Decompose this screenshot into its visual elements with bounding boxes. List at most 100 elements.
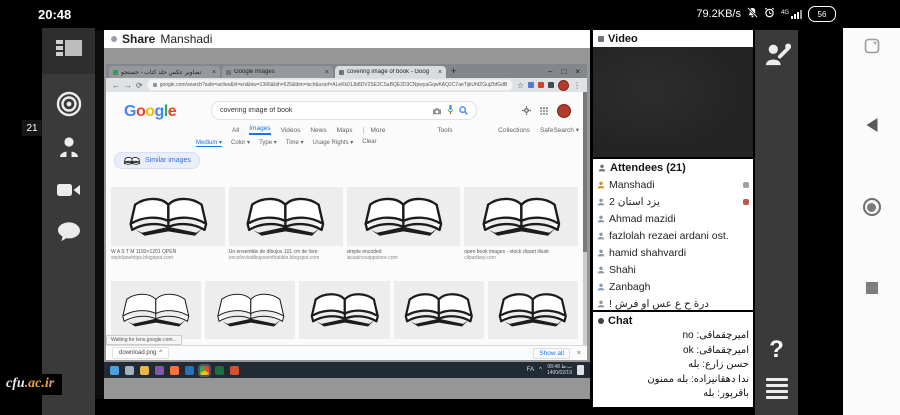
- new-tab-icon[interactable]: +: [451, 66, 456, 76]
- open-book-image[interactable]: [228, 187, 343, 246]
- collections-button[interactable]: Collections: [498, 127, 530, 134]
- browser-tab[interactable]: تصاویر عکس جلد کتاب - جستجو ×: [109, 66, 220, 78]
- help-button[interactable]: ?: [769, 337, 784, 362]
- show-all-downloads-button[interactable]: Show all: [533, 347, 570, 359]
- image-result[interactable]: [111, 281, 202, 339]
- extension-icon[interactable]: [528, 82, 534, 88]
- menu-icon[interactable]: [765, 377, 788, 399]
- voice-search-icon[interactable]: [447, 102, 454, 120]
- attendee-row[interactable]: fazlolah rezaei ardani ost.: [593, 227, 753, 244]
- similar-images-chip[interactable]: Similar images: [114, 152, 200, 169]
- safesearch-dropdown[interactable]: SafeSearch ▾: [540, 126, 579, 134]
- minimize-icon[interactable]: –: [548, 67, 552, 76]
- attendee-row[interactable]: درة ح ع عس او فرش !: [593, 295, 753, 310]
- image-result[interactable]: [205, 281, 296, 339]
- notification-center-icon[interactable]: [577, 365, 584, 375]
- media-player-icon[interactable]: [155, 365, 164, 375]
- image-result[interactable]: open book images - stock clipart illustr…: [464, 187, 578, 261]
- search-query[interactable]: covering image of book: [220, 107, 427, 114]
- address-bar[interactable]: google.com/search?safe=active&hl=en&biw=…: [146, 79, 513, 91]
- layouts-button[interactable]: [42, 28, 95, 74]
- forward-icon[interactable]: →: [124, 81, 132, 90]
- filter-chip[interactable]: Type ▾: [259, 139, 277, 147]
- profile-avatar[interactable]: [558, 79, 569, 91]
- pod-options-icon[interactable]: [598, 35, 604, 42]
- browser-tab[interactable]: covering image of book - Goog ×: [335, 66, 446, 78]
- filter-chip[interactable]: Time ▾: [286, 139, 304, 147]
- chat-button[interactable]: [42, 216, 95, 252]
- record-button[interactable]: [42, 88, 95, 124]
- filter-chip[interactable]: Usage Rights ▾: [313, 139, 354, 147]
- page-scrollbar[interactable]: [583, 92, 587, 345]
- search-magnifier-icon[interactable]: [459, 102, 468, 120]
- result-tab[interactable]: News: [310, 127, 326, 134]
- browser-tab[interactable]: Google Images ×: [222, 66, 333, 78]
- chrome-icon[interactable]: [200, 365, 209, 375]
- apps-grid-icon[interactable]: [540, 102, 548, 120]
- tab-close-icon[interactable]: ×: [325, 69, 329, 76]
- reload-icon[interactable]: ⟳: [136, 81, 143, 90]
- tray-chevron-icon[interactable]: ^: [539, 367, 542, 373]
- tray-clock[interactable]: 08:48 ب.ظ 1400/02/19: [547, 364, 572, 376]
- scrollbar-thumb[interactable]: [583, 92, 587, 252]
- result-tab[interactable]: More: [362, 126, 385, 134]
- result-tab[interactable]: Videos: [281, 127, 301, 134]
- result-tab[interactable]: Images: [249, 125, 271, 135]
- language-indicator[interactable]: FA: [527, 367, 534, 373]
- filter-chip[interactable]: Medium ▾: [196, 139, 223, 147]
- close-shelf-icon[interactable]: ×: [577, 350, 581, 357]
- close-window-icon[interactable]: ×: [575, 67, 580, 76]
- attendee-row[interactable]: یزد استان 2: [593, 193, 753, 210]
- attendee-row[interactable]: Ahmad mazidi: [593, 210, 753, 227]
- browser-menu-icon[interactable]: ⋮: [573, 81, 581, 90]
- back-triangle-icon[interactable]: [866, 118, 877, 132]
- powerpoint-icon[interactable]: [230, 365, 239, 375]
- attendees-button[interactable]: [42, 130, 95, 168]
- attendee-row[interactable]: hamid shahvardi: [593, 244, 753, 261]
- video-button[interactable]: [42, 174, 95, 210]
- attendee-row[interactable]: Manshadi: [593, 176, 753, 193]
- open-book-image[interactable]: [111, 187, 225, 246]
- raise-hand-icon[interactable]: [763, 40, 791, 71]
- result-tab[interactable]: All: [232, 127, 239, 134]
- attendee-row[interactable]: Zanbagh: [593, 278, 753, 295]
- search-icon[interactable]: [125, 365, 134, 375]
- image-result[interactable]: W A S T M 1193×1201 OPEN sepidanehtips.b…: [111, 187, 225, 261]
- maximize-icon[interactable]: □: [561, 67, 566, 76]
- chevron-up-icon[interactable]: ^: [159, 350, 162, 356]
- tools-button[interactable]: Tools: [437, 127, 452, 134]
- filter-chip[interactable]: Color ▾: [231, 139, 250, 147]
- open-book-image[interactable]: [464, 187, 578, 246]
- search-box[interactable]: covering image of book: [211, 101, 477, 120]
- tab-close-icon[interactable]: ×: [212, 69, 216, 76]
- pod-options-icon[interactable]: [111, 36, 117, 42]
- tab-close-icon[interactable]: ×: [438, 69, 442, 76]
- bookmark-star-icon[interactable]: ☆: [517, 81, 524, 90]
- stop-square-icon[interactable]: [865, 282, 878, 294]
- filter-chip[interactable]: Clear: [362, 139, 376, 147]
- image-result[interactable]: simple encoded lacasinosappstore.com: [346, 187, 461, 261]
- extension-icon[interactable]: [538, 82, 544, 88]
- file-explorer-icon[interactable]: [140, 365, 149, 375]
- image-result[interactable]: [299, 281, 390, 339]
- image-result[interactable]: [487, 281, 578, 339]
- camera-search-icon[interactable]: [432, 102, 442, 120]
- word-icon[interactable]: [185, 365, 194, 375]
- firefox-icon[interactable]: [170, 365, 179, 375]
- excel-icon[interactable]: [215, 365, 224, 375]
- open-book-image[interactable]: [346, 187, 461, 246]
- google-logo[interactable]: Google: [124, 103, 177, 121]
- attendee-row[interactable]: Shahi: [593, 261, 753, 278]
- fullscreen-icon[interactable]: [864, 38, 880, 59]
- image-result[interactable]: [393, 281, 484, 339]
- result-tab[interactable]: Maps: [337, 127, 353, 134]
- extension-icon[interactable]: [548, 82, 554, 88]
- image-result[interactable]: Un ensemble de dibujos 101 cm de livre e…: [228, 187, 343, 261]
- settings-gear-icon[interactable]: [522, 102, 531, 120]
- back-icon[interactable]: ←: [112, 81, 120, 90]
- record-dot-icon[interactable]: [862, 198, 881, 216]
- downloaded-file-chip[interactable]: download.png ^: [112, 347, 170, 359]
- attendee-name: fazlolah rezaei ardani ost.: [609, 229, 729, 242]
- windows-start-icon[interactable]: [110, 365, 119, 375]
- account-avatar[interactable]: [557, 104, 571, 118]
